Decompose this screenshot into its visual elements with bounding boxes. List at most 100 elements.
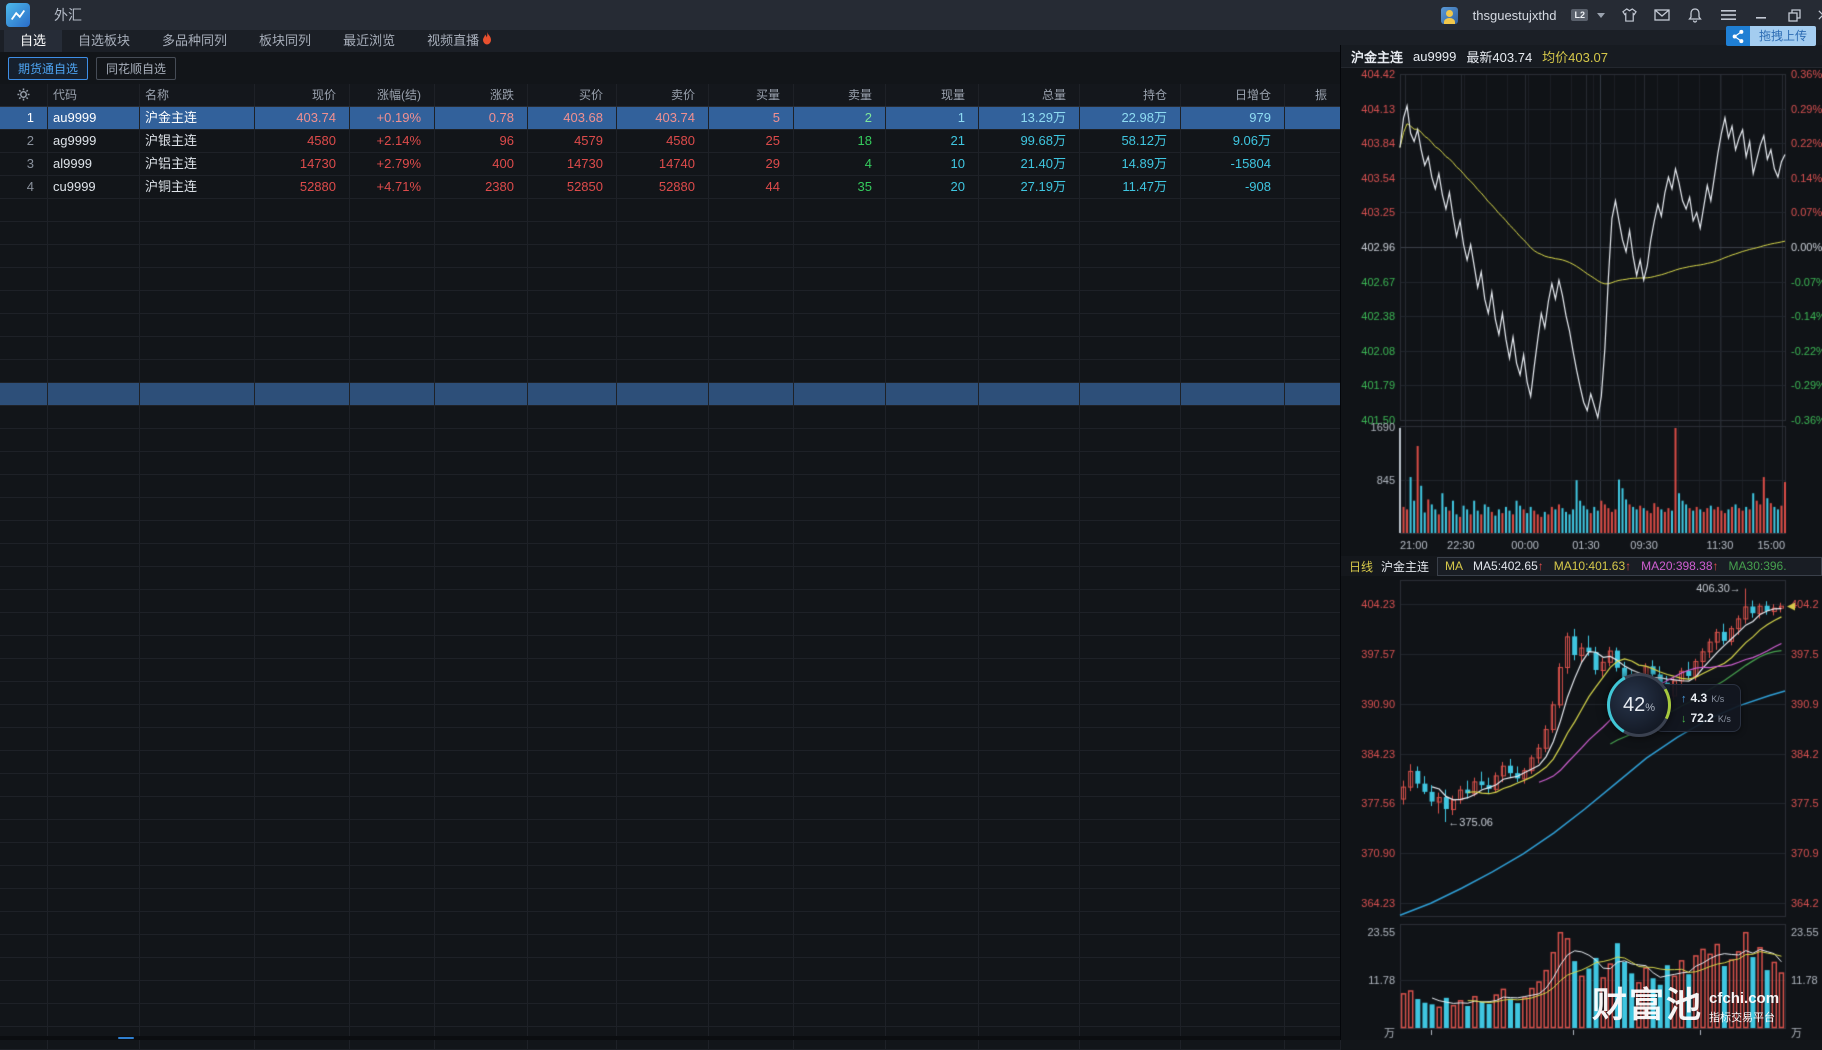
empty-row[interactable]	[0, 429, 1341, 452]
empty-row[interactable]	[0, 889, 1341, 912]
table-settings-gear-icon[interactable]	[0, 84, 48, 106]
empty-row[interactable]	[0, 544, 1341, 567]
empty-row[interactable]	[0, 567, 1341, 590]
column-header-买价[interactable]: 买价	[528, 84, 617, 106]
empty-row[interactable]	[0, 475, 1341, 498]
skin-theme-icon[interactable]	[1620, 7, 1638, 23]
empty-row[interactable]	[0, 245, 1341, 268]
empty-cell	[0, 498, 48, 520]
empty-row[interactable]	[0, 820, 1341, 843]
ma-legend[interactable]: MA MA5:402.65↑ MA10:401.63↑ MA20:398.38↑…	[1437, 557, 1822, 576]
empty-row[interactable]	[0, 360, 1341, 383]
empty-row[interactable]	[0, 590, 1341, 613]
empty-row[interactable]	[0, 314, 1341, 337]
tab-视频直播[interactable]: 视频直播	[411, 30, 508, 52]
tab-自选[interactable]: 自选	[4, 30, 62, 52]
empty-cell	[979, 912, 1080, 934]
empty-row[interactable]	[0, 268, 1341, 291]
empty-row[interactable]	[0, 774, 1341, 797]
close-window-button[interactable]	[1818, 7, 1822, 23]
app-logo-icon[interactable]	[6, 3, 30, 27]
empty-cell	[709, 544, 794, 566]
table-row[interactable]: 1au9999沪金主连403.74+0.19%0.78403.68403.745…	[0, 107, 1341, 130]
column-header-现量[interactable]: 现量	[886, 84, 979, 106]
drag-upload-button[interactable]: 拖拽上传	[1726, 26, 1816, 46]
column-header-卖价[interactable]: 卖价	[617, 84, 709, 106]
tab-最近浏览[interactable]: 最近浏览	[327, 30, 411, 52]
empty-cell	[140, 912, 255, 934]
account-chevron-down-icon[interactable]	[1597, 13, 1605, 18]
empty-row[interactable]	[0, 406, 1341, 429]
empty-row[interactable]	[0, 935, 1341, 958]
username[interactable]: thsguestujxthd	[1473, 8, 1557, 23]
empty-row[interactable]	[0, 682, 1341, 705]
empty-row[interactable]	[0, 705, 1341, 728]
empty-cell	[350, 406, 435, 428]
table-row[interactable]: 4cu9999沪铜主连52880+4.71%238052850528804435…	[0, 176, 1341, 199]
bell-icon[interactable]	[1686, 7, 1704, 23]
tab-自选板块[interactable]: 自选板块	[62, 30, 146, 52]
empty-row[interactable]	[0, 452, 1341, 475]
empty-row[interactable]	[0, 636, 1341, 659]
column-header-代码[interactable]: 代码	[48, 84, 140, 106]
empty-row[interactable]	[0, 383, 1341, 406]
menu-list-icon[interactable]	[1719, 7, 1737, 23]
empty-cell	[140, 659, 255, 681]
empty-cell	[48, 774, 140, 796]
progress-ring: 42%	[1607, 673, 1671, 737]
empty-cell	[255, 636, 350, 658]
empty-row[interactable]	[0, 751, 1341, 774]
watchlist-rows: 1au9999沪金主连403.74+0.19%0.78403.68403.745…	[0, 107, 1341, 1050]
empty-row[interactable]	[0, 797, 1341, 820]
period-label[interactable]: 日线	[1349, 558, 1373, 575]
empty-row[interactable]	[0, 337, 1341, 360]
column-header-卖量[interactable]: 卖量	[794, 84, 886, 106]
tab-板块同列[interactable]: 板块同列	[243, 30, 327, 52]
horizontal-scrollbar[interactable]	[0, 1036, 1341, 1040]
minimize-button[interactable]	[1752, 7, 1770, 23]
empty-row[interactable]	[0, 613, 1341, 636]
avatar[interactable]	[1441, 7, 1458, 24]
subtab-期货通自选[interactable]: 期货通自选	[8, 57, 88, 80]
empty-row[interactable]	[0, 912, 1341, 935]
column-header-持仓[interactable]: 持仓	[1080, 84, 1181, 106]
empty-row[interactable]	[0, 291, 1341, 314]
tab-多品种同列[interactable]: 多品种同列	[146, 30, 243, 52]
menu-item-外汇[interactable]: 外汇	[40, 0, 109, 30]
empty-row[interactable]	[0, 981, 1341, 1004]
empty-cell	[255, 521, 350, 543]
empty-cell	[528, 889, 617, 911]
table-row[interactable]: 3al9999沪铝主连14730+2.79%400147301474029410…	[0, 153, 1341, 176]
empty-row[interactable]	[0, 659, 1341, 682]
column-header-涨幅(结)[interactable]: 涨幅(结)	[350, 84, 435, 106]
empty-row[interactable]	[0, 521, 1341, 544]
daily-chart[interactable]	[1341, 576, 1822, 1040]
column-header-总量[interactable]: 总量	[979, 84, 1080, 106]
empty-cell	[1181, 291, 1285, 313]
empty-row[interactable]	[0, 728, 1341, 751]
empty-cell	[350, 245, 435, 267]
empty-row[interactable]	[0, 222, 1341, 245]
intraday-chart[interactable]	[1341, 68, 1822, 556]
column-header-日增仓[interactable]: 日增仓	[1181, 84, 1285, 106]
empty-row[interactable]	[0, 498, 1341, 521]
empty-cell	[1285, 889, 1341, 911]
empty-row[interactable]	[0, 1004, 1341, 1027]
empty-row[interactable]	[0, 843, 1341, 866]
empty-row[interactable]	[0, 866, 1341, 889]
column-header-涨跌[interactable]: 涨跌	[435, 84, 528, 106]
empty-cell	[617, 820, 709, 842]
quote-name[interactable]: 沪金主连	[1351, 47, 1403, 66]
table-row[interactable]: 2ag9999沪银主连4580+2.14%964579458025182199.…	[0, 130, 1341, 153]
subtab-同花顺自选[interactable]: 同花顺自选	[96, 57, 176, 80]
drag-upload-label: 拖拽上传	[1750, 26, 1816, 46]
column-header-现价[interactable]: 现价	[255, 84, 350, 106]
empty-row[interactable]	[0, 958, 1341, 981]
scrollbar-thumb[interactable]	[118, 1037, 134, 1039]
column-header-振[interactable]: 振	[1285, 84, 1341, 106]
mail-icon[interactable]	[1653, 7, 1671, 23]
restore-window-button[interactable]	[1785, 7, 1803, 23]
empty-row[interactable]	[0, 199, 1341, 222]
column-header-名称[interactable]: 名称	[140, 84, 255, 106]
column-header-买量[interactable]: 买量	[709, 84, 794, 106]
